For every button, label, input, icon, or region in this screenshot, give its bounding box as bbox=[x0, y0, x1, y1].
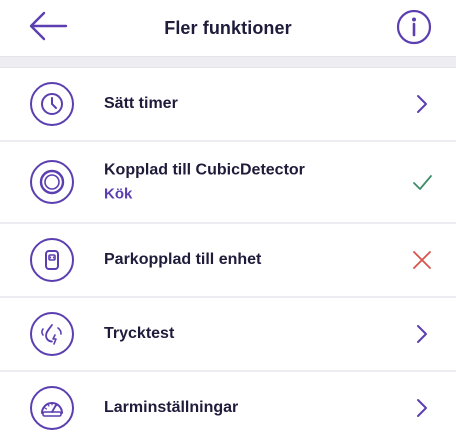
info-icon bbox=[396, 9, 432, 45]
arrow-left-icon bbox=[29, 11, 68, 41]
list-item-paired-device[interactable]: Parkopplad till enhet bbox=[0, 224, 456, 298]
device-icon bbox=[30, 238, 74, 282]
top-bar: Fler funktioner bbox=[0, 0, 456, 56]
cross-icon bbox=[413, 251, 431, 269]
item-sublabel: Kök bbox=[104, 185, 133, 203]
item-label: Larminställningar bbox=[104, 399, 239, 416]
check-icon bbox=[413, 175, 432, 190]
gauge-icon bbox=[30, 386, 74, 430]
pressure-test-icon bbox=[30, 312, 74, 356]
detector-ring-icon bbox=[30, 160, 74, 204]
chevron-right-icon bbox=[417, 95, 427, 113]
item-label: Kopplad till CubicDetector bbox=[104, 161, 305, 179]
list-item-alarm-settings[interactable]: Larminställningar bbox=[0, 372, 456, 444]
header-divider bbox=[0, 56, 456, 68]
clock-icon bbox=[30, 82, 74, 126]
item-label: Parkopplad till enhet bbox=[104, 251, 262, 268]
list-item-timer[interactable]: Sätt timer bbox=[0, 68, 456, 142]
list-item-connected-detector[interactable]: Kopplad till CubicDetector Kök bbox=[0, 142, 456, 224]
feature-list: Sätt timer Kopplad till CubicDetector Kö… bbox=[0, 68, 456, 444]
page-title: Fler funktioner bbox=[164, 17, 292, 38]
chevron-right-icon bbox=[417, 399, 427, 417]
item-label: Trycktest bbox=[104, 325, 175, 342]
item-label: Sätt timer bbox=[104, 95, 178, 112]
back-button[interactable] bbox=[26, 8, 70, 44]
info-button[interactable] bbox=[394, 7, 434, 47]
chevron-right-icon bbox=[417, 325, 427, 343]
list-item-pressure-test[interactable]: Trycktest bbox=[0, 298, 456, 372]
